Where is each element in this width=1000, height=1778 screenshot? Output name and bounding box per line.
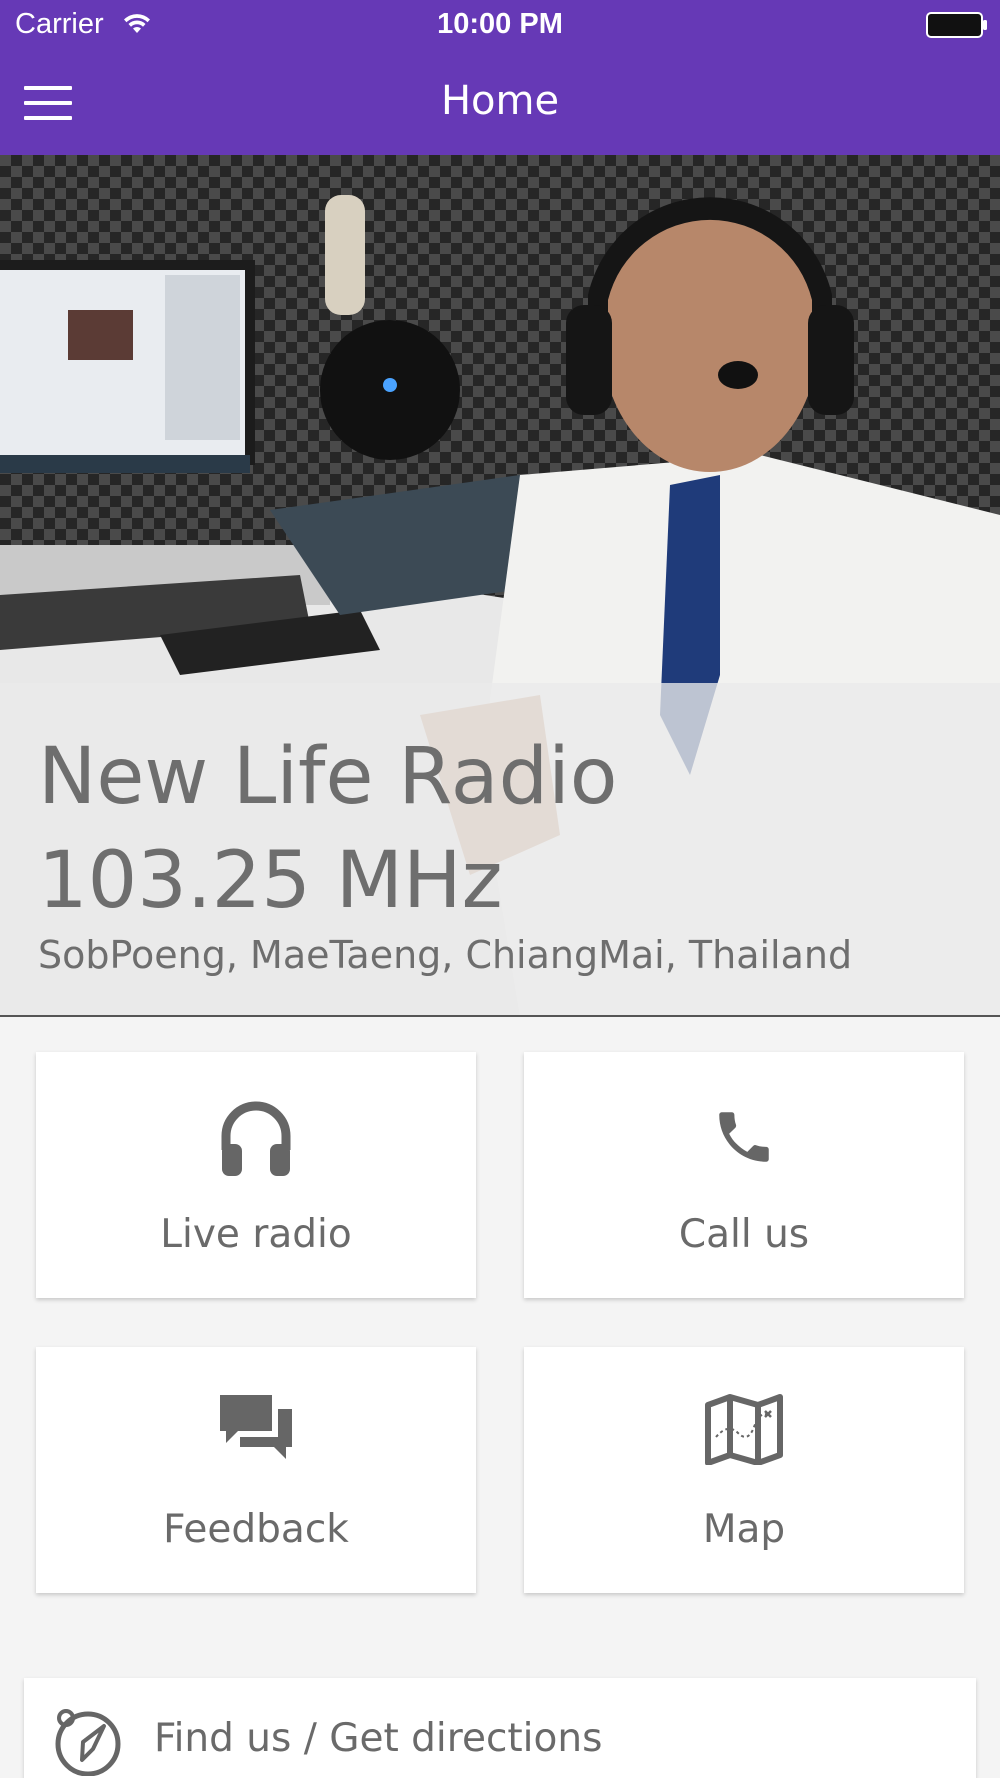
station-location: SobPoeng, MaeTaeng, ChiangMai, Thailand [38, 933, 853, 977]
phone-icon [719, 1112, 769, 1162]
compass-icon [55, 1709, 121, 1776]
app-header: Carrier 10:00 PM Home [0, 0, 1000, 155]
call-us-tile[interactable]: Call us [524, 1052, 964, 1298]
map-label: Map [702, 1507, 786, 1552]
battery-icon [926, 12, 987, 38]
station-title: New Life Radio 103.25 MHz [38, 725, 617, 933]
hero-banner: New Life Radio 103.25 MHz SobPoeng, MaeT… [0, 155, 1000, 1017]
live-radio-label: Live radio [160, 1212, 352, 1257]
headphones-icon [221, 1101, 291, 1176]
chat-bubbles-icon [220, 1395, 292, 1459]
feedback-label: Feedback [163, 1507, 349, 1552]
map-tile[interactable]: Map [524, 1347, 964, 1593]
feedback-tile[interactable]: Feedback [36, 1347, 476, 1593]
station-name: New Life Radio [38, 732, 618, 822]
page-title: Home [440, 78, 560, 124]
live-radio-tile[interactable]: Live radio [36, 1052, 476, 1298]
directions-label: Find us / Get directions [154, 1716, 603, 1761]
map-icon [705, 1394, 783, 1465]
status-bar: Carrier 10:00 PM [0, 0, 1000, 50]
call-us-label: Call us [678, 1212, 810, 1257]
station-frequency: 103.25 MHz [38, 836, 503, 926]
status-time: 10:00 PM [437, 8, 563, 40]
navigation-bar: Home [0, 50, 1000, 155]
find-us-directions-button[interactable]: Find us / Get directions [24, 1678, 976, 1778]
